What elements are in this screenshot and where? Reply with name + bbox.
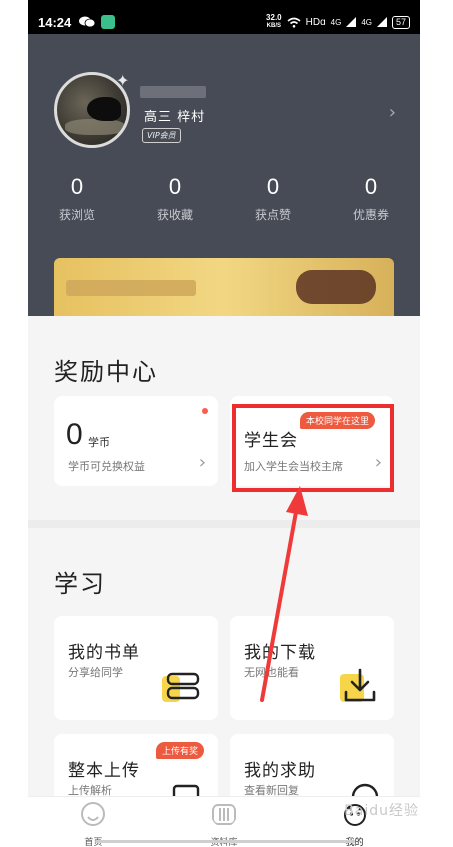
upload-reward-tag: 上传有奖: [156, 742, 205, 759]
message-app-icon: [101, 15, 116, 29]
downloads-title: 我的下载: [244, 643, 316, 663]
coins-subtitle: 学币可兑换权益: [68, 460, 145, 473]
chevron-right-icon: ›: [198, 452, 206, 473]
study-section-title: 学习: [54, 570, 106, 598]
booklist-icon: [162, 672, 200, 702]
highlight-annotation-box: [232, 404, 394, 492]
stat-likes[interactable]: 0 获点赞: [224, 174, 322, 223]
signal-2: 4G: [361, 17, 372, 27]
coin-value: 0: [66, 418, 83, 451]
profile-stats: 0 获浏览 0 获收藏 0 获点赞 0 优惠券: [28, 174, 420, 223]
signal-bars-icon-2: [376, 17, 387, 27]
downloads-subtitle: 无网也能看: [244, 666, 299, 679]
section-divider: [28, 520, 420, 528]
status-indicators: 32.0 KB/S HDɑ 4G 4G 57: [266, 14, 410, 30]
my-booklist-card[interactable]: 我的书单 分享给同学: [54, 616, 218, 720]
signal-bars-icon-1: [346, 17, 357, 27]
upload-title: 整本上传: [68, 761, 140, 781]
booklist-subtitle: 分享给同学: [68, 666, 123, 679]
rewards-section-title: 奖励中心: [54, 358, 158, 386]
network-speed: 32.0 KB/S: [266, 13, 282, 30]
crown-icon: ✦: [116, 71, 130, 90]
help-title: 我的求助: [244, 761, 316, 781]
blurred-name: [140, 86, 206, 98]
profile-header: ✦ 高三 梓村 VIP会员 › 0 获浏览 0 获收藏 0 获点赞 0 优惠券: [28, 34, 420, 316]
coin-unit: 学币: [88, 436, 110, 449]
download-icon: [340, 668, 376, 702]
wechat-icon: [79, 16, 96, 28]
stat-coupons[interactable]: 0 优惠券: [322, 174, 420, 223]
my-downloads-card[interactable]: 我的下载 无网也能看: [230, 616, 394, 720]
wifi-icon: [287, 17, 301, 28]
username[interactable]: 高三 梓村: [144, 106, 205, 125]
home-indicator: [95, 840, 355, 843]
network-type: HDɑ: [305, 16, 326, 28]
blurred-card-text: [66, 280, 196, 296]
notification-dot: [202, 408, 208, 414]
booklist-title: 我的书单: [68, 643, 140, 663]
main-content: 奖励中心 0 学币 学币可兑换权益 › 学生会 加入学生会当校主席 › 本校同学…: [28, 316, 420, 814]
coins-card[interactable]: 0 学币 学币可兑换权益 ›: [54, 396, 218, 486]
status-time: 14:24: [38, 14, 72, 30]
battery-indicator: 57: [391, 15, 410, 29]
signal-1: 4G: [330, 17, 342, 27]
stat-favorites[interactable]: 0 获收藏: [126, 174, 224, 223]
watermark: Baidu经验: [344, 803, 419, 819]
library-icon: [212, 804, 236, 825]
profile-chevron-right-icon[interactable]: ›: [389, 102, 396, 123]
vip-badge[interactable]: VIP会员: [142, 128, 181, 143]
home-icon: [81, 802, 106, 826]
stat-views[interactable]: 0 获浏览: [28, 174, 126, 223]
vip-gold-card[interactable]: [54, 258, 394, 316]
blurred-card-button: [296, 270, 376, 304]
